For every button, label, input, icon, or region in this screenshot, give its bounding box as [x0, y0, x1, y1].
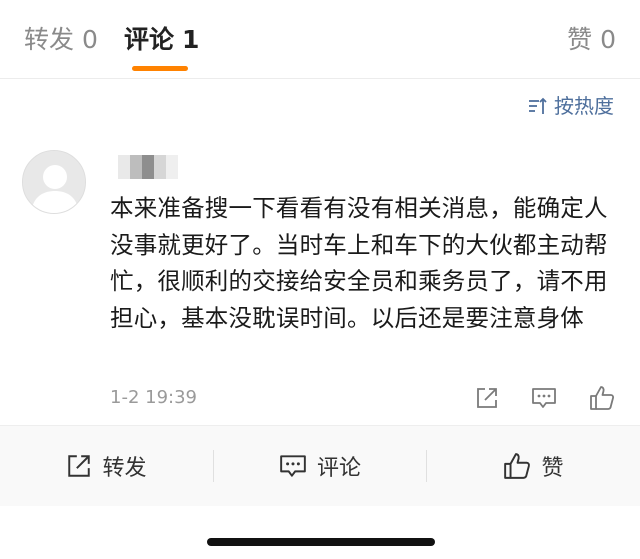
tab-forward-count: 0	[82, 25, 98, 54]
tab-forward-label: 转发	[24, 25, 75, 54]
like-button[interactable]: 赞	[427, 426, 640, 506]
comment-label: 评论	[316, 456, 361, 481]
tab-comment-count: 1	[182, 25, 200, 54]
comment-like-button[interactable]	[585, 382, 619, 414]
tab-comment-label: 评论	[124, 25, 175, 54]
avatar[interactable]	[22, 150, 86, 214]
comment-share-button[interactable]	[470, 382, 504, 414]
comment-icon	[532, 388, 556, 408]
comment-timestamp: 1-2 19:39	[110, 387, 197, 408]
comment-text: 本来准备搜一下看看有没有相关消息，能确定人没事就更好了。当时车上和车下的大伙都主…	[110, 194, 608, 332]
share-icon	[477, 388, 497, 408]
tab-like-count: 0	[600, 25, 616, 54]
like-icon	[590, 386, 615, 410]
sort-icon	[529, 97, 547, 114]
username-blurred[interactable]	[118, 155, 178, 179]
tab-comment[interactable]: 评论 1	[124, 22, 199, 58]
forward-button[interactable]: 转发	[0, 426, 213, 506]
comment-reply-button[interactable]	[527, 382, 561, 414]
bottom-action-bar: 转发 评论 赞	[0, 425, 640, 506]
forward-label: 转发	[102, 456, 147, 481]
avatar-placeholder	[23, 151, 85, 213]
like-label: 赞	[541, 456, 564, 481]
comments-page: 转发 0 评论 1 赞0 按热度 本来准备搜一下看看有没有相关消息，能确定人没事…	[0, 0, 640, 559]
tab-bar: 转发 0 评论 1 赞0	[0, 0, 640, 79]
sort-label: 按热度	[554, 94, 614, 118]
share-icon	[68, 455, 91, 477]
like-icon	[504, 453, 531, 479]
tab-like[interactable]: 赞0	[567, 22, 616, 58]
active-tab-indicator	[132, 66, 188, 71]
comment-icon	[280, 455, 306, 477]
sort-by-hot-button[interactable]: 按热度	[528, 92, 614, 120]
comment-button[interactable]: 评论	[214, 426, 426, 506]
tab-like-label: 赞	[567, 25, 593, 54]
home-indicator[interactable]	[207, 538, 435, 546]
tab-forward[interactable]: 转发 0	[24, 22, 98, 58]
